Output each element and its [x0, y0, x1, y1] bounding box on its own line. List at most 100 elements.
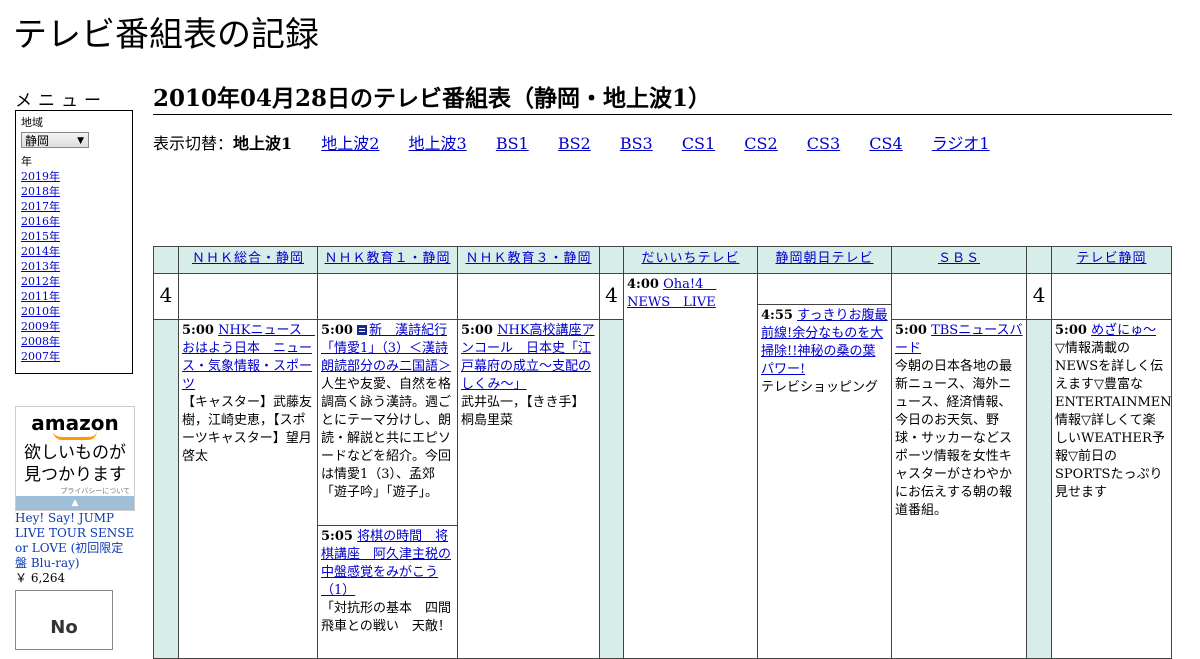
year-list: 2019年 2018年 2017年 2016年 2015年 2014年 2013…	[21, 169, 127, 364]
program-cell: 5:05 将棋の時間 将棋講座 阿久津主税の中盤感覚をみがこう（1） 「対抗形の…	[317, 525, 458, 659]
caption-icon	[357, 325, 368, 335]
program-description: 武井弘一，【きき手】桐島里菜	[461, 395, 585, 428]
year-link-2019[interactable]: 2019年	[21, 169, 127, 184]
program-time: 5:00	[321, 323, 353, 338]
channel-header-asahi: 静岡朝日テレビ	[757, 246, 892, 274]
program-time: 4:55	[761, 308, 793, 323]
year-link-2010[interactable]: 2010年	[21, 304, 127, 319]
time-header	[153, 246, 179, 274]
empty-slot	[317, 273, 458, 320]
program-cell: 5:00 新 漢詩紀行「情愛1」（3）＜漢詩朗読部分のみ二国語＞ 人生や友愛、自…	[317, 319, 458, 526]
switch-link-bs3[interactable]: BS3	[620, 134, 653, 153]
program-cell: 4:55 すっきりお腹最前線!余分なものを大掃除!!神秘の桑の葉パワー! テレビ…	[757, 304, 892, 659]
year-link-2016[interactable]: 2016年	[21, 214, 127, 229]
year-link-2008[interactable]: 2008年	[21, 334, 127, 349]
program-description: テレビショッピング	[761, 380, 879, 395]
channel-header-nhk-edu1: ＮＨＫ教育１・静岡	[317, 246, 458, 274]
program-time: 5:00	[1055, 323, 1087, 338]
empty-slot	[891, 273, 1027, 320]
empty-slot	[1051, 273, 1172, 320]
program-cell: 5:00 NHKニュース おはよう日本 ニュース・気象情報・スポーツ 【キャスタ…	[178, 319, 318, 659]
program-title-link[interactable]: めざにゅ～	[1091, 323, 1156, 338]
switch-link-terrestrial3[interactable]: 地上波3	[409, 134, 467, 153]
ad-privacy-link[interactable]: プライバシーについて	[16, 486, 134, 496]
amazon-ad-banner[interactable]: amazon 欲しいものが 見つかります プライバシーについて ▲	[15, 406, 135, 511]
schedule-grid: ＮＨＫ総合・静岡 ＮＨＫ教育１・静岡 ＮＨＫ教育３・静岡 だいいちテレビ 静岡朝…	[153, 246, 1172, 659]
switch-link-bs1[interactable]: BS1	[496, 134, 529, 153]
ad-product-image[interactable]: No	[15, 590, 113, 650]
channel-link-sbs[interactable]: ＳＢＳ	[938, 251, 980, 266]
program-time: 4:00	[627, 277, 659, 292]
ad-collapse-bar[interactable]: ▲	[16, 496, 134, 510]
program-description: 「対抗形の基本 四間飛車との戦い 天敵！	[321, 601, 452, 634]
year-link-2009[interactable]: 2009年	[21, 319, 127, 334]
channel-header-tvs: テレビ静岡	[1051, 246, 1172, 274]
program-time: 5:00	[895, 323, 927, 338]
program-time: 5:05	[321, 529, 353, 544]
year-label: 年	[21, 155, 32, 168]
switch-current: 地上波1	[233, 134, 293, 153]
ad-product-price: ￥ 6,264	[15, 571, 66, 585]
switch-link-cs4[interactable]: CS4	[869, 134, 902, 153]
channel-header-daiichi: だいいちテレビ	[623, 246, 758, 274]
switch-label: 表示切替：	[153, 134, 234, 153]
chevron-down-icon: ▼	[77, 136, 84, 146]
time-header-3	[1026, 246, 1052, 274]
ad-message-line1: 欲しいものが	[24, 443, 126, 463]
empty-slot	[757, 273, 892, 305]
channel-link-asahi[interactable]: 静岡朝日テレビ	[775, 251, 873, 266]
channel-link-nhk-edu1[interactable]: ＮＨＫ教育１・静岡	[324, 251, 450, 266]
year-link-2011[interactable]: 2011年	[21, 289, 127, 304]
ad-product-name[interactable]: Hey! Say! JUMP LIVE TOUR SENSE or LOVE (…	[15, 511, 135, 571]
program-cell: 5:00 めざにゅ～ ▽情報満載のNEWSを詳しく伝えます▽豊富なENTERTA…	[1051, 319, 1172, 659]
hour-column	[153, 319, 179, 659]
year-link-2014[interactable]: 2014年	[21, 244, 127, 259]
region-select-value: 静岡	[25, 134, 50, 148]
region-label: 地域	[21, 116, 43, 129]
year-link-2007[interactable]: 2007年	[21, 349, 127, 364]
switch-link-cs1[interactable]: CS1	[682, 134, 715, 153]
year-link-2015[interactable]: 2015年	[21, 229, 127, 244]
chevron-up-icon: ▲	[71, 498, 79, 508]
program-cell: 5:00 NHK高校講座アンコール 日本史「江戸幕府の成立～支配のしくみ～」 武…	[457, 319, 600, 659]
program-description: ▽情報満載のNEWSを詳しく伝えます▽豊富なENTERTAINMENT情報▽詳し…	[1055, 341, 1172, 500]
channel-link-nhk-edu3[interactable]: ＮＨＫ教育３・静岡	[465, 251, 591, 266]
switch-link-cs2[interactable]: CS2	[744, 134, 777, 153]
ad-message: 欲しいものが 見つかります	[16, 442, 134, 486]
channel-link-tvs[interactable]: テレビ静岡	[1076, 251, 1146, 266]
channel-link-nhk-sogo[interactable]: ＮＨＫ総合・静岡	[192, 251, 304, 266]
time-header-2	[599, 246, 624, 274]
program-description: 人生や友愛、自然を格調高く詠う漢詩。週ごとにテーマ分けし、朗読・解説と共にエピソ…	[321, 377, 452, 500]
program-description: 【キャスター】武藤友樹，江崎史恵，【スポーツキャスター】望月啓太	[182, 395, 313, 464]
view-switcher: 表示切替：地上波1 地上波2 地上波3 BS1 BS2 BS3 CS1 CS2 …	[153, 134, 1014, 154]
program-cell: 5:00 TBSニュースバード 今朝の日本各地の最新ニュース、海外ニュース、経済…	[891, 319, 1027, 659]
program-cell: 4:00 Oha!4 NEWS LIVE	[623, 273, 758, 659]
year-link-2013[interactable]: 2013年	[21, 259, 127, 274]
hour-label-3: 4	[1026, 273, 1052, 320]
switch-link-bs2[interactable]: BS2	[558, 134, 591, 153]
year-link-2018[interactable]: 2018年	[21, 184, 127, 199]
channel-link-daiichi[interactable]: だいいちテレビ	[641, 251, 739, 266]
channel-header-sbs: ＳＢＳ	[891, 246, 1027, 274]
channel-header-nhk-edu3: ＮＨＫ教育３・静岡	[457, 246, 600, 274]
site-title: テレビ番組表の記録	[13, 15, 319, 55]
hour-label: 4	[153, 273, 179, 320]
region-select[interactable]: 静岡 ▼	[21, 132, 89, 148]
menu-box: 地域 静岡 ▼ 年 2019年 2018年 2017年 2016年 2015年 …	[15, 110, 133, 374]
year-link-2017[interactable]: 2017年	[21, 199, 127, 214]
switch-link-radio1[interactable]: ラジオ1	[932, 134, 990, 153]
ad-product[interactable]: Hey! Say! JUMP LIVE TOUR SENSE or LOVE (…	[15, 511, 135, 586]
channel-header-nhk-sogo: ＮＨＫ総合・静岡	[178, 246, 318, 274]
year-link-2012[interactable]: 2012年	[21, 274, 127, 289]
program-time: 5:00	[182, 323, 214, 338]
program-description: 今朝の日本各地の最新ニュース、海外ニュース、経済情報、今日のお天気、野球・サッカ…	[895, 359, 1013, 518]
program-time: 5:00	[461, 323, 493, 338]
hour-column-2	[599, 319, 624, 659]
page-title: 2010年04月28日のテレビ番組表（静岡・地上波1）	[153, 84, 1172, 115]
amazon-logo: amazon	[31, 411, 119, 435]
switch-link-cs3[interactable]: CS3	[807, 134, 840, 153]
switch-link-terrestrial2[interactable]: 地上波2	[321, 134, 379, 153]
ad-message-line2: 見つかります	[24, 465, 126, 485]
empty-slot	[457, 273, 600, 320]
hour-column-3	[1026, 319, 1052, 659]
